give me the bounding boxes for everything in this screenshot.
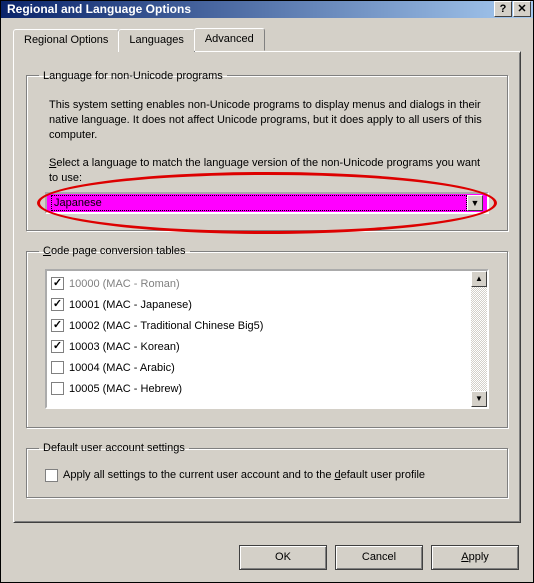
apply-default-label: Apply all settings to the current user a… — [63, 468, 425, 483]
list-item[interactable]: 10004 (MAC - Arabic) — [51, 357, 467, 378]
group-non-unicode: Language for non-Unicode programs This s… — [26, 70, 508, 231]
help-button[interactable]: ? — [494, 1, 512, 17]
checkbox[interactable] — [51, 298, 64, 311]
scroll-down-icon[interactable]: ▼ — [471, 391, 487, 407]
checkbox[interactable] — [51, 361, 64, 374]
checkbox[interactable] — [51, 319, 64, 332]
list-item-label: 10000 (MAC - Roman) — [69, 278, 180, 290]
group-non-unicode-legend: Language for non-Unicode programs — [39, 70, 227, 82]
window-title: Regional and Language Options — [7, 2, 494, 16]
list-item-label: 10001 (MAC - Japanese) — [69, 299, 192, 311]
checkbox[interactable] — [51, 340, 64, 353]
titlebar: Regional and Language Options ? ✕ — [1, 1, 533, 18]
list-item-label: 10005 (MAC - Hebrew) — [69, 383, 182, 395]
cancel-button[interactable]: Cancel — [335, 545, 423, 570]
dialog-buttons: OK Cancel Apply — [1, 535, 533, 582]
chevron-down-icon[interactable]: ▼ — [467, 195, 483, 211]
language-dropdown-value: Japanese — [51, 195, 467, 211]
tab-panel: Language for non-Unicode programs This s… — [13, 51, 521, 523]
tab-regional-options[interactable]: Regional Options — [13, 29, 119, 52]
scroll-up-icon[interactable]: ▲ — [471, 271, 487, 287]
list-item-label: 10002 (MAC - Traditional Chinese Big5) — [69, 320, 263, 332]
list-item[interactable]: 10000 (MAC - Roman) — [51, 273, 467, 294]
ok-button[interactable]: OK — [239, 545, 327, 570]
list-item[interactable]: 10005 (MAC - Hebrew) — [51, 378, 467, 399]
tab-advanced[interactable]: Advanced — [194, 28, 265, 51]
group-code-page: Code page conversion tables 10000 (MAC -… — [26, 245, 508, 428]
scroll-track[interactable] — [471, 287, 487, 391]
list-item[interactable]: 10003 (MAC - Korean) — [51, 336, 467, 357]
non-unicode-description: This system setting enables non-Unicode … — [49, 98, 485, 143]
scrollbar[interactable]: ▲ ▼ — [471, 271, 487, 407]
list-item[interactable]: 10001 (MAC - Japanese) — [51, 294, 467, 315]
tab-languages[interactable]: Languages — [118, 29, 194, 52]
list-item-label: 10004 (MAC - Arabic) — [69, 362, 175, 374]
dialog-window: Regional and Language Options ? ✕ Region… — [0, 0, 534, 583]
close-button[interactable]: ✕ — [513, 1, 531, 17]
apply-default-checkbox[interactable] — [45, 469, 58, 482]
list-item-label: 10003 (MAC - Korean) — [69, 341, 180, 353]
list-item[interactable]: 10002 (MAC - Traditional Chinese Big5) — [51, 315, 467, 336]
group-default-user: Default user account settings Apply all … — [26, 442, 508, 498]
language-dropdown[interactable]: Japanese ▼ — [45, 192, 489, 214]
group-code-page-legend: Code page conversion tables — [39, 245, 190, 257]
select-language-prompt: Select a language to match the language … — [49, 156, 485, 186]
content-area: Regional Options Languages Advanced Lang… — [1, 18, 533, 535]
code-page-listbox[interactable]: 10000 (MAC - Roman) 10001 (MAC - Japanese… — [45, 269, 489, 409]
checkbox[interactable] — [51, 382, 64, 395]
tab-strip: Regional Options Languages Advanced — [13, 28, 521, 51]
apply-button[interactable]: Apply — [431, 545, 519, 570]
checkbox[interactable] — [51, 277, 64, 290]
group-default-user-legend: Default user account settings — [39, 442, 189, 454]
